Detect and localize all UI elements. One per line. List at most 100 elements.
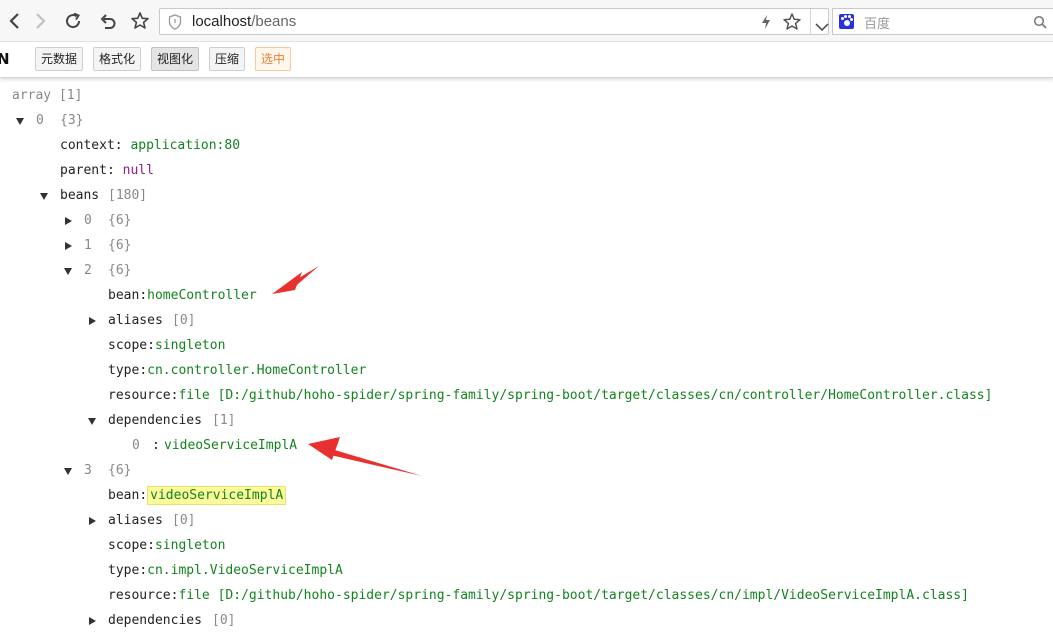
parent-value: null xyxy=(122,163,154,178)
aliases-key: aliases xyxy=(108,513,163,528)
bookmark-star-icon[interactable] xyxy=(782,12,802,36)
bean-name-value-highlighted[interactable]: videoServiceImplA xyxy=(147,486,287,505)
aliases-count: [0] xyxy=(172,313,196,328)
compress-button[interactable]: 压缩 xyxy=(209,47,246,71)
resource-row: resource:file [D:/github/hoho-spider/spr… xyxy=(108,385,992,407)
format-button[interactable]: 格式化 xyxy=(93,47,142,71)
bean-index: 3 xyxy=(84,463,92,478)
undo-icon[interactable] xyxy=(96,9,120,33)
address-divider xyxy=(810,9,811,34)
type-key: type xyxy=(108,563,140,578)
expanded-triangle-icon[interactable] xyxy=(40,193,48,200)
address-url[interactable]: localhost/beans xyxy=(192,13,296,30)
bean-name-value: homeController xyxy=(147,288,257,303)
type-key: type xyxy=(108,363,140,378)
expanded-triangle-icon[interactable] xyxy=(16,118,24,125)
search-bar[interactable]: 百度 xyxy=(832,8,1053,35)
collapsed-triangle-icon[interactable] xyxy=(65,217,72,225)
lightning-icon[interactable] xyxy=(760,14,772,34)
resource-row: resource:file [D:/github/hoho-spider/spr… xyxy=(108,585,969,607)
item-count: {3} xyxy=(60,113,84,128)
shield-icon xyxy=(168,14,182,34)
resource-value: file [D:/github/hoho-spider/spring-famil… xyxy=(178,388,993,403)
bean-index: 0 xyxy=(84,213,92,228)
baidu-paw-icon[interactable] xyxy=(839,14,854,29)
resource-value: file [D:/github/hoho-spider/spring-famil… xyxy=(178,588,969,603)
dependencies-count: [1] xyxy=(212,413,236,428)
toolbar-edge-letter: N xyxy=(0,50,10,68)
bean-name-row: bean: videoServiceImplA xyxy=(108,485,287,507)
tree-root-row: array [1] xyxy=(12,85,82,107)
tree-parent-row: parent: null xyxy=(60,160,154,182)
resource-key: resource xyxy=(108,588,171,603)
annotation-arrow-bean-name xyxy=(272,266,319,294)
browser-toolbar: localhost/beans 百度 xyxy=(0,0,1053,42)
context-value: application:80 xyxy=(130,138,241,153)
bean-key: bean xyxy=(108,488,140,503)
type-value: cn.controller.HomeController xyxy=(147,363,367,378)
aliases-count: [0] xyxy=(172,513,196,528)
separator: : xyxy=(114,138,123,153)
dependency-value: videoServiceImplA xyxy=(164,438,298,453)
expanded-triangle-icon[interactable] xyxy=(64,268,72,275)
visualize-button[interactable]: 视图化 xyxy=(151,47,200,71)
beans-key: beans xyxy=(60,188,100,203)
scope-row: scope:singleton xyxy=(108,535,225,557)
address-bar[interactable]: localhost/beans xyxy=(159,8,829,35)
scope-key: scope xyxy=(108,538,148,553)
type-value: cn.impl.VideoServiceImplA xyxy=(147,563,343,578)
address-path: /beans xyxy=(251,13,297,30)
select-button[interactable]: 选中 xyxy=(255,47,292,71)
collapsed-triangle-icon[interactable] xyxy=(89,317,96,325)
separator: : xyxy=(139,488,148,503)
type-row: type:cn.controller.HomeController xyxy=(108,360,366,382)
bean-count: {6} xyxy=(108,263,132,278)
tree-context-row: context: application:80 xyxy=(60,135,240,157)
separator: : xyxy=(152,438,160,453)
root-key: array xyxy=(12,88,52,103)
bean-count: {6} xyxy=(108,213,132,228)
annotation-arrow-dependency xyxy=(308,437,422,476)
bean-count: {6} xyxy=(108,238,132,253)
dependencies-count: [0] xyxy=(212,613,236,628)
dependency-item-row: 0 : videoServiceImplA xyxy=(132,435,297,457)
separator: : xyxy=(139,563,148,578)
separator: : xyxy=(139,363,148,378)
dependencies-key: dependencies xyxy=(108,613,202,628)
expanded-triangle-icon[interactable] xyxy=(64,468,72,475)
bean-index: 2 xyxy=(84,263,92,278)
search-icon[interactable] xyxy=(1033,14,1047,33)
bean-key: bean xyxy=(108,288,140,303)
collapsed-triangle-icon[interactable] xyxy=(65,242,72,250)
search-input[interactable]: 百度 xyxy=(864,13,890,32)
bean-index: 1 xyxy=(84,238,92,253)
expanded-triangle-icon[interactable] xyxy=(88,418,96,425)
forward-arrow-icon[interactable] xyxy=(29,9,53,33)
item-key: 0 xyxy=(36,113,44,128)
parent-key: parent xyxy=(60,163,107,178)
reload-icon[interactable] xyxy=(61,9,85,33)
scope-row: scope:singleton xyxy=(108,335,225,357)
dependencies-key: dependencies xyxy=(108,413,202,428)
separator: : xyxy=(147,338,155,353)
address-host: localhost xyxy=(192,13,252,30)
star-icon[interactable] xyxy=(128,9,152,33)
chevron-down-icon[interactable] xyxy=(815,17,829,36)
separator: : xyxy=(147,538,155,553)
scope-key: scope xyxy=(108,338,148,353)
scope-value: singleton xyxy=(154,538,226,553)
resource-key: resource xyxy=(108,388,171,403)
separator: : xyxy=(106,163,115,178)
collapsed-triangle-icon[interactable] xyxy=(89,617,96,625)
type-row: type:cn.impl.VideoServiceImplA xyxy=(108,560,343,582)
scope-value: singleton xyxy=(154,338,226,353)
back-arrow-icon[interactable] xyxy=(2,9,26,33)
bean-name-row: bean:homeController xyxy=(108,285,257,307)
bean-count: {6} xyxy=(108,463,132,478)
raw-data-button[interactable]: 元数据 xyxy=(35,47,84,71)
separator: : xyxy=(139,288,148,303)
aliases-key: aliases xyxy=(108,313,163,328)
collapsed-triangle-icon[interactable] xyxy=(89,517,96,525)
beans-count: [180] xyxy=(108,188,148,203)
dependency-index: 0 xyxy=(132,438,140,453)
